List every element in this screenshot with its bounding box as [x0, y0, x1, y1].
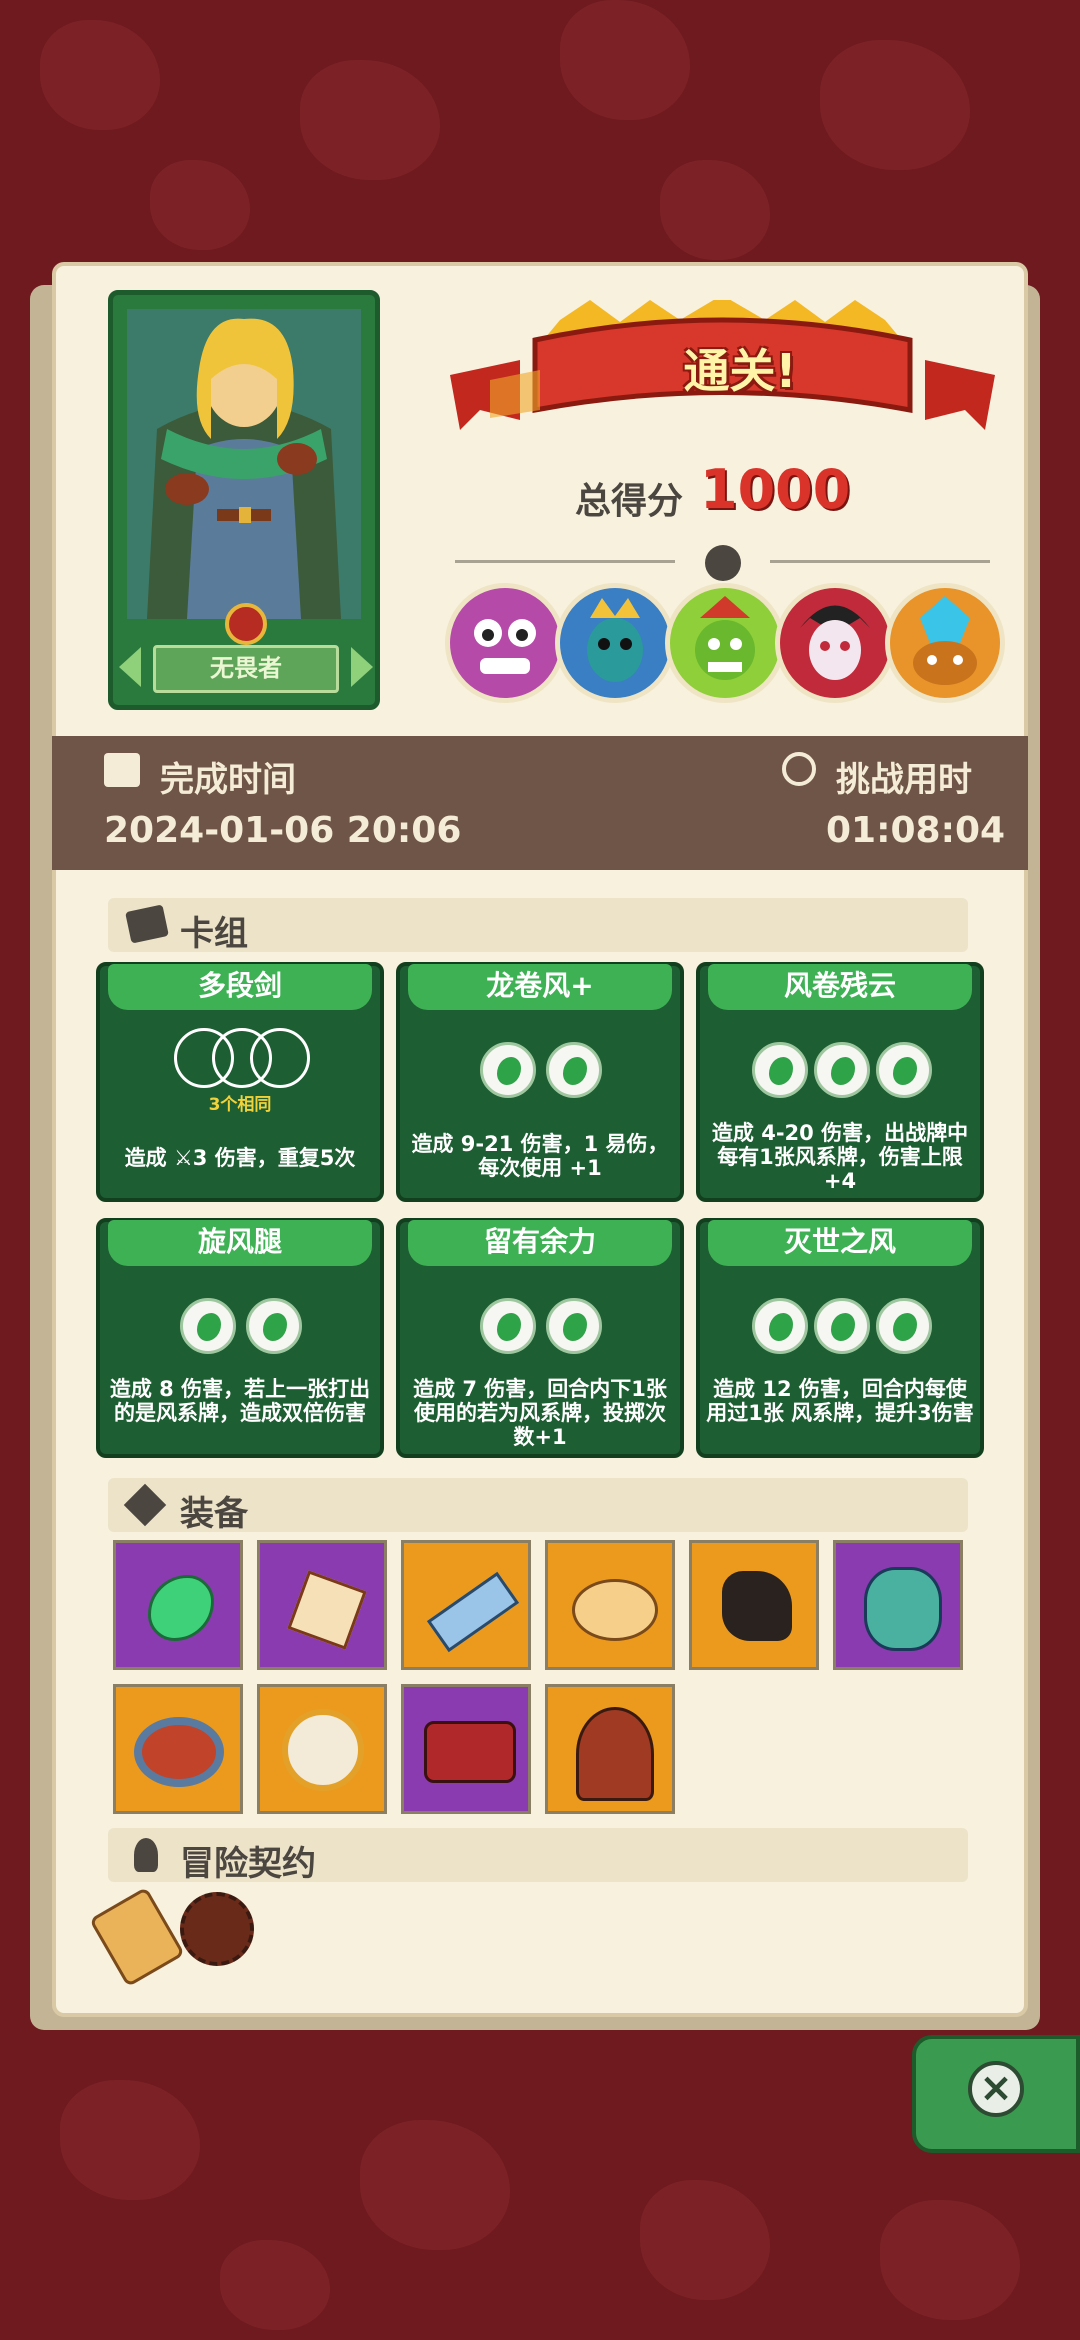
equipment-slot[interactable] [401, 1540, 531, 1670]
score-label: 总得分 [575, 481, 684, 522]
red-bracelet-icon [424, 1721, 516, 1783]
equipment-slot[interactable] [545, 1540, 675, 1670]
demon-mask-icon [864, 1567, 942, 1651]
hero-card[interactable]: 无畏者 [108, 290, 380, 710]
wind-dice-icon [876, 1042, 932, 1098]
wind-dice-icon [752, 1042, 808, 1098]
card-title: 多段剑 [108, 964, 372, 1010]
dice-slot-icon [250, 1028, 310, 1088]
deck-card[interactable]: 留有余力 造成 7 伤害，回合内下1张使用的若为风系牌，投掷次数+1 [396, 1218, 684, 1458]
wind-dice-icon [246, 1298, 302, 1354]
card-title: 旋风腿 [108, 1220, 372, 1266]
hero-medal-icon [225, 603, 267, 645]
contract-title: 冒险契约 [180, 1844, 316, 1884]
person-icon [134, 1838, 158, 1872]
deck-card[interactable]: 龙卷风+ 造成 9-21 伤害，1 易伤，每次使用 +1 [396, 962, 684, 1202]
card-description: 造成 ⚔3 伤害，重复5次 [124, 1146, 356, 1170]
card-description: 造成 7 伤害，回合内下1张使用的若为风系牌，投掷次数+1 [413, 1377, 667, 1449]
hero-portrait [127, 309, 361, 619]
deck-title: 卡组 [180, 914, 248, 954]
card-title: 留有余力 [408, 1220, 672, 1266]
green-wind-gem-icon [148, 1575, 214, 1641]
equipment-slot[interactable] [113, 1684, 243, 1814]
card-title: 灭世之风 [708, 1220, 972, 1266]
blue-paint-palette-icon [572, 1579, 658, 1641]
divider-right [770, 560, 990, 563]
film-icon [104, 753, 140, 787]
equipment-slot[interactable] [257, 1540, 387, 1670]
equipment-slot[interactable] [689, 1540, 819, 1670]
skull-icon [705, 545, 741, 581]
cube-icon [123, 1483, 167, 1527]
boss-crystal-golem-icon[interactable] [885, 583, 1005, 703]
card-title: 风卷残云 [708, 964, 972, 1010]
duration-value: 01:08:04 [826, 810, 1006, 851]
deck-card[interactable]: 灭世之风 造成 12 伤害，回合内每使用过1张 风系牌，提升3伤害 [696, 1218, 984, 1458]
wind-dice-icon [480, 1298, 536, 1354]
card-description: 造成 4-20 伤害，出战牌中每有1张风系牌，伤害上限+4 [711, 1121, 969, 1193]
deck-section-header: 卡组 [108, 898, 968, 954]
finish-time-label: 完成时间 [160, 760, 296, 800]
card-description: 造成 8 伤害，若上一张打出的是风系牌，造成双倍伤害 [109, 1377, 371, 1425]
score-value: 1000 [700, 458, 851, 521]
duration-label: 挑战用时 [836, 760, 972, 800]
card-description: 造成 9-21 伤害，1 易伤，每次使用 +1 [411, 1132, 669, 1180]
stone-ring-icon [134, 1717, 224, 1787]
card-description: 造成 12 伤害，回合内每使用过1张 风系牌，提升3伤害 [706, 1377, 974, 1425]
contract-section-header: 冒险契约 [108, 1828, 968, 1884]
blue-saw-blade-icon [426, 1571, 520, 1653]
pipe-icon[interactable] [180, 1892, 254, 1966]
card-title: 龙卷风+ [408, 964, 672, 1010]
hero-prev-arrow-icon[interactable] [119, 647, 141, 687]
equipment-slot[interactable] [257, 1684, 387, 1814]
hero-next-arrow-icon[interactable] [351, 647, 373, 687]
boss-green-goblin-icon[interactable] [665, 583, 785, 703]
cards-icon [125, 904, 169, 944]
boss-vampire-icon[interactable] [775, 583, 895, 703]
wind-dice-icon [814, 1298, 870, 1354]
equipment-title: 装备 [180, 1494, 248, 1534]
red-hood-icon [576, 1707, 654, 1801]
boss-blue-king-icon[interactable] [555, 583, 675, 703]
deck-card[interactable]: 风卷残云 造成 4-20 伤害，出战牌中每有1张风系牌，伤害上限+4 [696, 962, 984, 1202]
wind-dice-icon [752, 1298, 808, 1354]
equipment-slot[interactable] [401, 1684, 531, 1814]
golden-shield-icon [282, 1709, 364, 1791]
spiked-dice-icon [287, 1570, 367, 1650]
equipment-slot[interactable] [833, 1540, 963, 1670]
wind-dice-icon [546, 1298, 602, 1354]
dark-boot-icon [722, 1571, 792, 1641]
wind-dice-icon [480, 1042, 536, 1098]
close-button[interactable]: × [912, 2035, 1080, 2153]
deck-card[interactable]: 多段剑 3个相同 造成 ⚔3 伤害，重复5次 [96, 962, 384, 1202]
boss-purple-demon-icon[interactable] [445, 583, 565, 703]
card-badge: 3个相同 [208, 1095, 272, 1115]
deck-card[interactable]: 旋风腿 造成 8 伤害，若上一张打出的是风系牌，造成双倍伤害 [96, 1218, 384, 1458]
close-icon: × [968, 2061, 1024, 2117]
equipment-slot[interactable] [113, 1540, 243, 1670]
clear-banner-text: 通关! [683, 344, 797, 398]
equipment-section-header: 装备 [108, 1478, 968, 1534]
wind-dice-icon [546, 1042, 602, 1098]
divider-left [455, 560, 675, 563]
stopwatch-icon [782, 752, 816, 786]
finish-time-value: 2024-01-06 20:06 [104, 810, 462, 851]
wind-dice-icon [876, 1298, 932, 1354]
equipment-slot[interactable] [545, 1684, 675, 1814]
wind-dice-icon [180, 1298, 236, 1354]
wind-dice-icon [814, 1042, 870, 1098]
hero-name: 无畏者 [153, 645, 339, 693]
